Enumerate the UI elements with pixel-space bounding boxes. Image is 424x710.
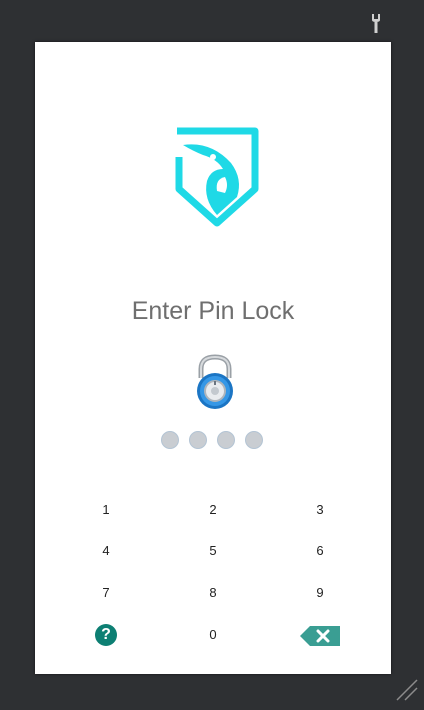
key-2[interactable]: 2 <box>193 495 233 525</box>
question-circle-icon: ? <box>101 626 111 643</box>
eagle-shield-icon <box>175 127 259 227</box>
key-0[interactable]: 0 <box>193 620 233 650</box>
key-9[interactable]: 9 <box>300 578 340 608</box>
backspace-icon <box>300 626 340 646</box>
pin-dot <box>217 431 235 449</box>
wrench-icon[interactable] <box>366 12 386 34</box>
pin-dot <box>245 431 263 449</box>
key-6[interactable]: 6 <box>300 536 340 566</box>
pin-indicator <box>161 431 271 451</box>
page-title: Enter Pin Lock <box>131 297 295 325</box>
key-5[interactable]: 5 <box>193 536 233 566</box>
key-8[interactable]: 8 <box>193 578 233 608</box>
device-screen: Enter Pin Lock 1 2 3 4 5 6 7 8 9 ? 0 <box>35 42 391 674</box>
key-3[interactable]: 3 <box>300 495 340 525</box>
pin-dot <box>161 431 179 449</box>
help-button[interactable]: ? <box>95 624 117 646</box>
combination-padlock-icon <box>197 354 233 409</box>
resize-grip-icon[interactable] <box>395 678 419 702</box>
pin-dot <box>189 431 207 449</box>
key-7[interactable]: 7 <box>86 578 126 608</box>
backspace-button[interactable] <box>300 626 340 646</box>
key-4[interactable]: 4 <box>86 536 126 566</box>
key-1[interactable]: 1 <box>86 495 126 525</box>
